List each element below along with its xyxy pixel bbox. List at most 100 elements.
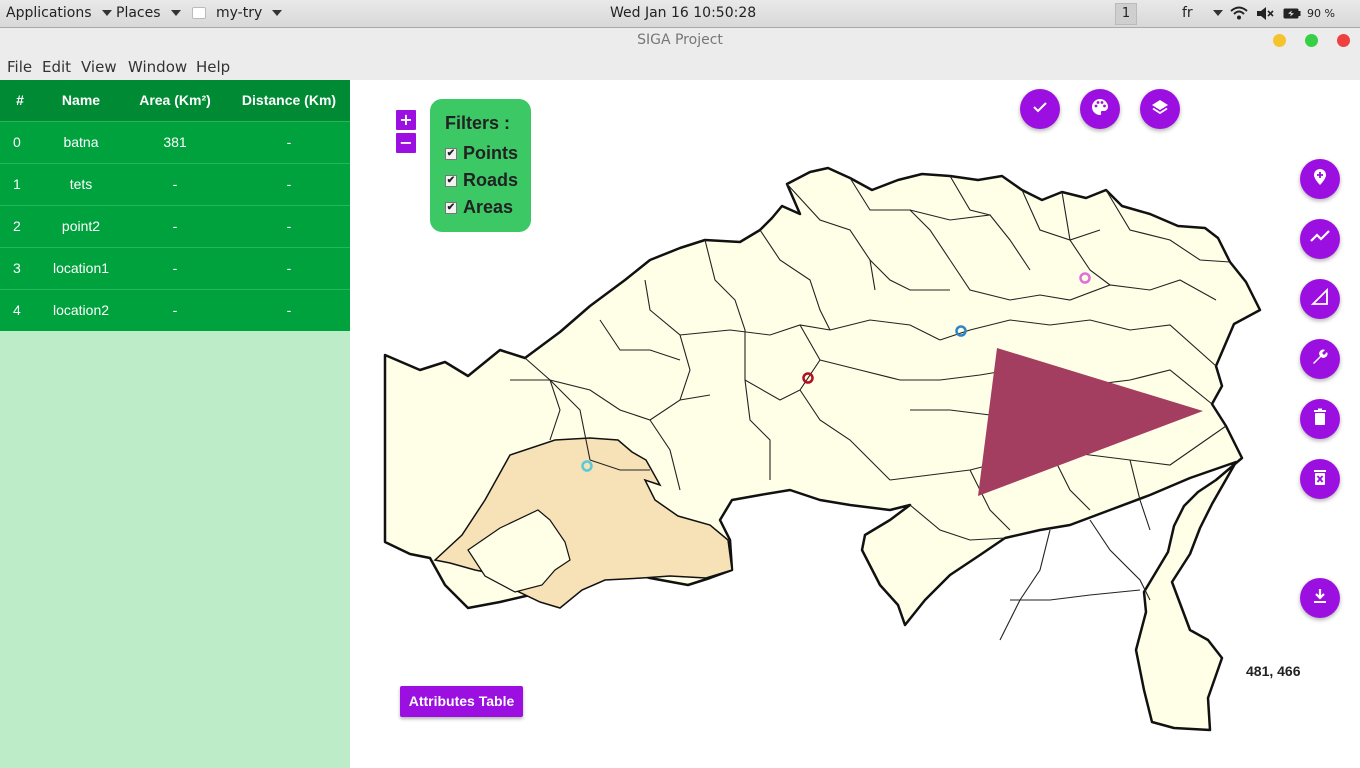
filter-label: Points (463, 143, 519, 163)
checkbox[interactable]: ✔ (445, 201, 457, 214)
menu-window[interactable]: Window (128, 58, 187, 76)
chevron-down-icon (101, 10, 112, 16)
style-button[interactable] (1080, 89, 1120, 129)
applications-menu[interactable]: Applications (6, 5, 112, 21)
table-row[interactable]: 3 location1 - - (0, 246, 350, 289)
active-window-menu[interactable]: my-try (192, 5, 283, 21)
table-row[interactable]: 2 point2 - - (0, 204, 350, 247)
cell-distance: - (228, 120, 350, 163)
clock[interactable]: Wed Jan 16 10:50:28 (610, 5, 756, 21)
delete-all-icon (1310, 467, 1330, 491)
checkbox[interactable]: ✔ (445, 174, 457, 187)
cursor-coordinates: 481, 466 (1246, 663, 1301, 679)
cell-area: - (122, 288, 228, 331)
menu-help[interactable]: Help (196, 58, 230, 76)
maximize-button[interactable] (1305, 34, 1318, 47)
cell-area: - (122, 204, 228, 247)
menu-edit[interactable]: Edit (42, 58, 71, 76)
checkbox[interactable]: ✔ (445, 147, 457, 160)
draw-line-icon (1309, 227, 1331, 251)
draw-polygon-button[interactable] (1300, 279, 1340, 319)
column-header-area[interactable]: Area (Km²) (122, 80, 228, 121)
attributes-table-button[interactable]: Attributes Table (400, 686, 523, 717)
edit-tool-button[interactable] (1300, 339, 1340, 379)
battery-percent: 90 % (1307, 7, 1335, 20)
download-button[interactable] (1300, 578, 1340, 618)
cell-name: tets (40, 162, 122, 205)
places-menu[interactable]: Places (116, 5, 181, 21)
language-menu[interactable]: fr (1182, 5, 1223, 21)
chevron-down-icon (1212, 10, 1223, 16)
applications-label: Applications (6, 5, 92, 21)
filter-panel: Filters : ✔ Points ✔ Roads ✔ Areas (430, 99, 531, 232)
cell-distance: - (228, 204, 350, 247)
system-top-panel: Applications Places my-try Wed Jan 16 10… (0, 0, 1360, 28)
table-row[interactable]: 0 batna 381 - (0, 120, 350, 163)
window-title: SIGA Project (637, 32, 723, 48)
check-icon (1030, 97, 1050, 121)
download-icon (1310, 586, 1330, 610)
commune-boundary (999, 529, 1051, 641)
menu-file[interactable]: File (7, 58, 32, 76)
draw-line-button[interactable] (1300, 219, 1340, 259)
delete-all-button[interactable] (1300, 459, 1340, 499)
chevron-down-icon (272, 10, 283, 16)
workspace-switcher[interactable]: 1 (1115, 3, 1137, 25)
cell-distance: - (228, 162, 350, 205)
filter-option-roads[interactable]: ✔ Roads (445, 167, 531, 194)
cell-area: - (122, 246, 228, 289)
zoom-out-button[interactable]: − (395, 132, 417, 154)
commune-boundary (1089, 519, 1151, 601)
wifi-icon[interactable] (1230, 6, 1248, 20)
attribute-panel: # Name Area (Km²) Distance (Km) 0 batna … (0, 80, 350, 768)
table-row[interactable]: 4 location2 - - (0, 288, 350, 331)
cell-area: - (122, 162, 228, 205)
map-view[interactable]: + − Filters : ✔ Points ✔ Roads ✔ Areas 481, 466 At… (350, 80, 1360, 768)
menu-bar: File Edit View Window Help (0, 52, 1360, 80)
layers-icon (1150, 97, 1170, 121)
filter-label: Areas (463, 197, 514, 217)
add-point-button[interactable] (1300, 159, 1340, 199)
delete-button[interactable] (1300, 399, 1340, 439)
province-shape (383, 166, 1262, 732)
places-label: Places (116, 5, 161, 21)
clock-label: Wed Jan 16 10:50:28 (610, 5, 757, 21)
cell-name: batna (40, 120, 122, 163)
active-window-label: my-try (216, 5, 263, 21)
cell-index: 2 (0, 204, 40, 247)
battery-icon[interactable] (1283, 8, 1301, 19)
cell-name: location2 (40, 288, 122, 331)
layers-button[interactable] (1140, 89, 1180, 129)
attribute-table: # Name Area (Km²) Distance (Km) 0 batna … (0, 80, 350, 331)
column-header-distance[interactable]: Distance (Km) (228, 80, 350, 121)
minimize-button[interactable] (1273, 34, 1286, 47)
cell-name: location1 (40, 246, 122, 289)
close-button[interactable] (1337, 34, 1350, 47)
add-point-icon (1310, 167, 1330, 191)
confirm-button[interactable] (1020, 89, 1060, 129)
zoom-in-button[interactable]: + (395, 109, 417, 131)
chevron-down-icon (170, 10, 181, 16)
palette-icon (1090, 97, 1110, 121)
cell-index: 3 (0, 246, 40, 289)
cell-index: 0 (0, 120, 40, 163)
commune-boundary (1010, 589, 1141, 601)
table-row[interactable]: 1 tets - - (0, 162, 350, 205)
filter-title: Filters : (445, 113, 511, 133)
cell-index: 1 (0, 162, 40, 205)
cell-distance: - (228, 288, 350, 331)
cell-name: point2 (40, 204, 122, 247)
filter-option-areas[interactable]: ✔ Areas (445, 194, 531, 221)
volume-muted-icon[interactable] (1256, 6, 1274, 21)
cell-distance: - (228, 246, 350, 289)
menu-view[interactable]: View (81, 58, 117, 76)
filter-label: Roads (463, 170, 519, 190)
column-header-index[interactable]: # (0, 80, 40, 121)
window-title-bar[interactable]: SIGA Project (0, 28, 1360, 52)
column-header-name[interactable]: Name (40, 80, 122, 121)
language-label: fr (1182, 5, 1193, 21)
table-header-row: # Name Area (Km²) Distance (Km) (0, 80, 350, 121)
window-icon (192, 7, 206, 19)
filter-option-points[interactable]: ✔ Points (445, 140, 531, 167)
wrench-icon (1310, 347, 1330, 371)
